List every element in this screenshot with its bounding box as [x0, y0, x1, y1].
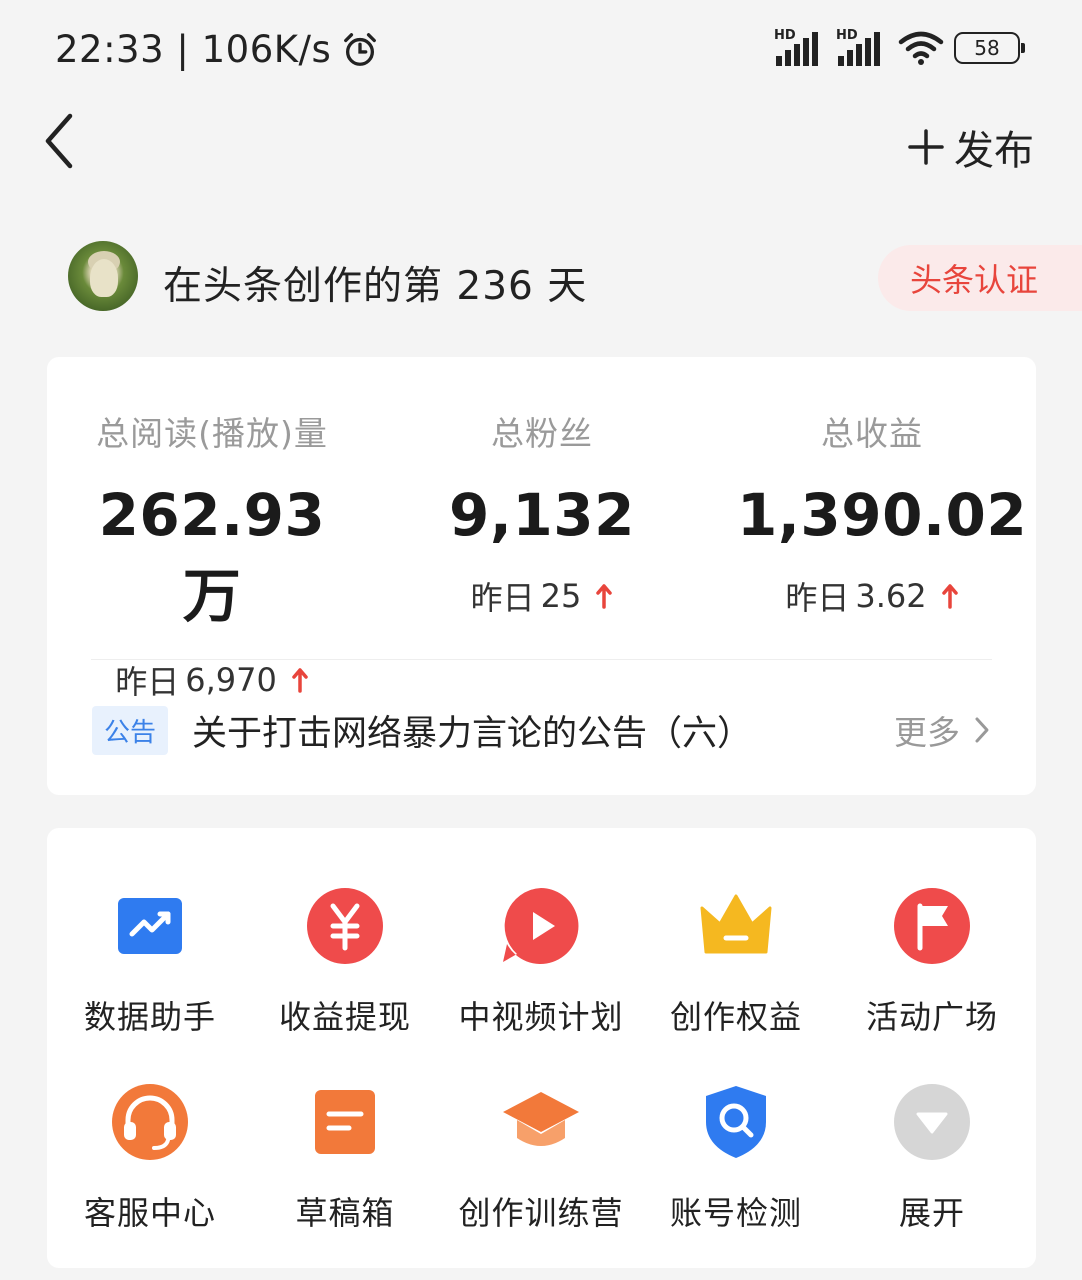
- stat-total-income[interactable]: 总收益 1,390.02 昨日 3.62: [737, 407, 1028, 619]
- notice-more-link[interactable]: 更多: [894, 706, 992, 754]
- stat-label: 总粉丝: [491, 414, 593, 453]
- divider: [91, 659, 992, 660]
- stat-yesterday: 昨日 6,970: [77, 657, 347, 703]
- yesterday-value: 25: [540, 577, 582, 615]
- tool-mid-video-plan[interactable]: 中视频计划: [443, 886, 639, 1038]
- chevron-right-icon: [975, 717, 989, 743]
- yesterday-label: 昨日: [115, 663, 180, 701]
- yesterday-label: 昨日: [785, 579, 850, 617]
- yesterday-value: 3.62: [855, 577, 927, 615]
- tool-customer-service[interactable]: 客服中心: [52, 1082, 248, 1234]
- plus-icon: [908, 129, 944, 165]
- arrow-up-icon: [941, 584, 958, 609]
- tool-label: 草稿箱: [295, 1194, 395, 1232]
- tool-data-assistant[interactable]: 数据助手: [52, 886, 248, 1038]
- alarm-clock-icon: [344, 32, 377, 66]
- yesterday-value: 6,970: [185, 661, 277, 699]
- graduation-cap-icon: [503, 1092, 579, 1146]
- publish-label: 发布: [954, 128, 1034, 174]
- status-right: HD HD 58: [774, 28, 1025, 66]
- tool-label: 展开: [898, 1194, 965, 1232]
- stat-value: 262.93万: [98, 481, 326, 630]
- stat-total-fans[interactable]: 总粉丝 9,132 昨日 25: [407, 407, 677, 619]
- expand-down-icon: [894, 1084, 970, 1160]
- draft-box-icon: [315, 1090, 375, 1154]
- yesterday-label: 昨日: [470, 579, 535, 617]
- stat-value: 9,132: [449, 481, 635, 549]
- stat-label: 总收益: [821, 414, 923, 453]
- stat-yesterday: 昨日 25: [407, 573, 677, 619]
- status-separator: |: [164, 28, 202, 71]
- more-label: 更多: [894, 713, 960, 752]
- arrow-up-icon: [292, 668, 308, 693]
- headset-icon: [112, 1084, 188, 1160]
- tool-label: 收益提现: [278, 998, 411, 1036]
- arrow-up-icon: [596, 584, 613, 609]
- toutiao-cert-button[interactable]: 头条认证: [878, 245, 1082, 311]
- chevron-left-icon: [45, 113, 73, 169]
- tool-creator-rights[interactable]: 创作权益: [638, 886, 834, 1038]
- stat-label: 总阅读(播放)量: [96, 414, 328, 453]
- tool-draft-box[interactable]: 草稿箱: [247, 1082, 443, 1234]
- tool-label: 活动广场: [865, 998, 998, 1036]
- signal-hd-2-icon: HD: [836, 28, 888, 66]
- notice-tag: 公告: [92, 705, 169, 755]
- crown-icon: [700, 894, 772, 954]
- wifi-icon: [898, 31, 944, 65]
- avatar[interactable]: [68, 241, 138, 311]
- data-assistant-icon: [118, 898, 182, 954]
- tool-label: 账号检测: [669, 1194, 802, 1232]
- publish-button[interactable]: 发布: [908, 118, 1034, 176]
- network-speed: 106K/s: [201, 28, 332, 71]
- tool-label: 数据助手: [83, 998, 216, 1036]
- signal-hd-1-icon: HD: [774, 28, 826, 66]
- tool-expand[interactable]: 展开: [834, 1082, 1030, 1234]
- stat-value: 1,390.02: [737, 481, 1028, 549]
- battery-indicator: 58: [954, 32, 1025, 64]
- notice-text[interactable]: 关于打击网络暴力言论的公告（六）: [192, 705, 894, 756]
- status-left: 22:33 | 106K/s: [55, 28, 379, 71]
- tool-activity-square[interactable]: 活动广场: [834, 886, 1030, 1038]
- tool-account-check[interactable]: 账号检测: [638, 1082, 834, 1234]
- tool-label: 创作权益: [669, 998, 802, 1036]
- tool-label: 创作训练营: [458, 1194, 624, 1232]
- notice-row[interactable]: 公告 关于打击网络暴力言论的公告（六） 更多: [92, 705, 992, 755]
- tool-label: 中视频计划: [458, 998, 624, 1036]
- shield-search-icon: [706, 1086, 766, 1158]
- back-button[interactable]: [36, 108, 86, 174]
- status-bar: 22:33 | 106K/s HD HD 58: [0, 0, 1082, 100]
- flag-icon: [894, 888, 970, 964]
- stats-card: 总阅读(播放)量 262.93万 昨日 6,970 总粉丝 9,132 昨日 2…: [47, 357, 1036, 795]
- yuan-withdraw-icon: [307, 888, 383, 964]
- status-time: 22:33: [55, 28, 165, 71]
- tool-income-withdraw[interactable]: 收益提现: [247, 886, 443, 1038]
- tool-training-camp[interactable]: 创作训练营: [443, 1082, 639, 1234]
- stat-yesterday: 昨日 3.62: [737, 573, 1007, 619]
- tool-label: 客服中心: [83, 1194, 216, 1232]
- tools-card: 数据助手 收益提现 中视频计划 创作权益 活动广场 客服中心 草稿箱 创作训练营…: [47, 828, 1036, 1268]
- creation-days-text: 在头条创作的第 236 天: [163, 264, 588, 309]
- play-video-icon: [503, 888, 579, 964]
